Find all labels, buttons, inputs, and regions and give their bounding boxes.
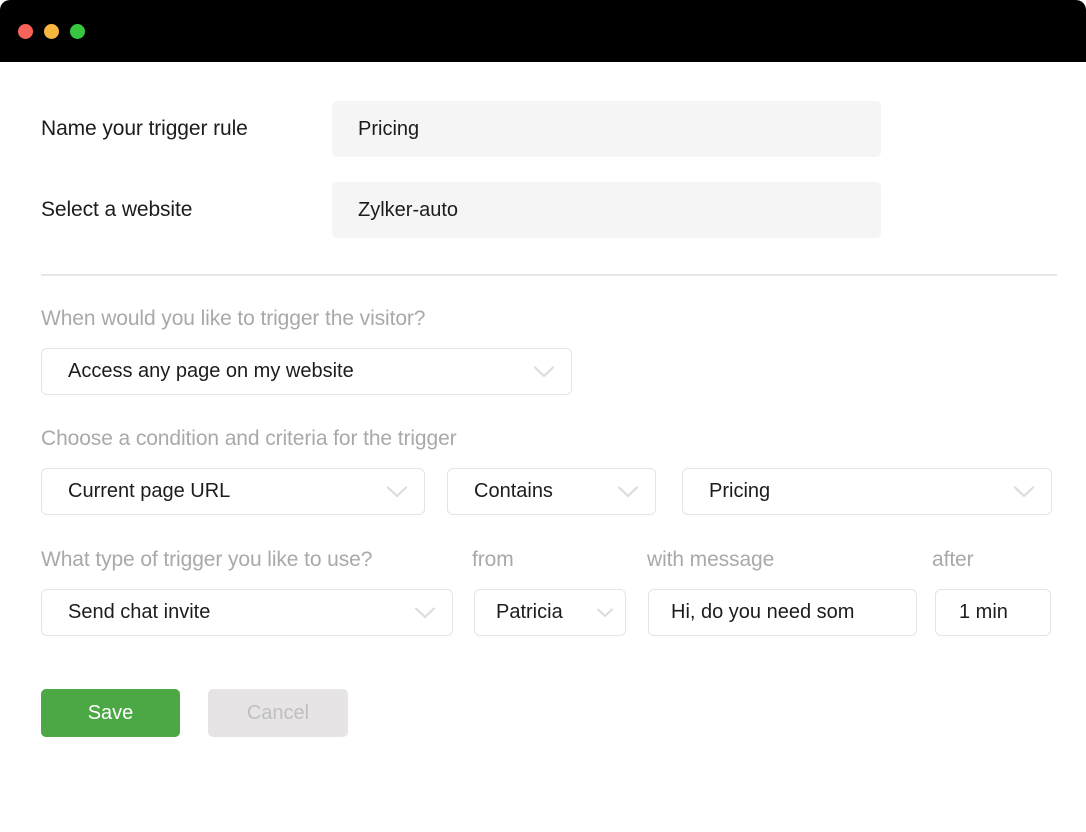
condition-operator-value: Contains [474,480,553,502]
action-type-select[interactable]: Send chat invite [41,589,453,636]
action-field-row: Send chat invite Patricia Hi, do you nee… [41,589,1086,636]
condition-hint: Choose a condition and criteria for the … [41,427,457,450]
action-after-value: 1 min [959,601,1008,623]
action-from-hint: from [472,548,514,571]
when-section: When would you like to trigger the visit… [41,307,1086,395]
action-from-value: Patricia [496,601,563,623]
condition-field-row: Current page URL Contains Pricing [41,468,1086,515]
when-field-row: Access any page on my website [41,348,1086,395]
website-row: Select a website Zylker-auto [41,182,1086,238]
maximize-window-button[interactable] [70,23,85,39]
minimize-window-button[interactable] [44,23,59,39]
chevron-down-icon [1013,485,1035,498]
section-divider [41,274,1057,276]
when-hint: When would you like to trigger the visit… [41,307,426,330]
action-type-hint: What type of trigger you like to use? [41,548,373,571]
chevron-down-icon [533,365,555,378]
action-message-hint: with message [647,548,775,571]
trigger-rule-form: Name your trigger rule Pricing Select a … [0,101,1086,832]
app-window: Name your trigger rule Pricing Select a … [0,0,1086,832]
condition-field-value: Current page URL [68,480,231,502]
action-section: What type of trigger you like to use? fr… [41,548,1086,636]
form-actions: Save Cancel [41,689,1086,737]
name-rule-row: Name your trigger rule Pricing [41,101,1086,157]
action-message-value: Hi, do you need som [671,601,855,623]
website-input[interactable]: Zylker-auto [332,182,881,238]
when-select[interactable]: Access any page on my website [41,348,572,395]
condition-field-select[interactable]: Current page URL [41,468,425,515]
action-hint-row: What type of trigger you like to use? fr… [41,548,1086,572]
condition-operator-select[interactable]: Contains [447,468,656,515]
action-type-value: Send chat invite [68,601,211,623]
chevron-down-icon [386,485,408,498]
action-from-select[interactable]: Patricia [474,589,626,636]
condition-criteria-value: Pricing [709,480,771,502]
close-window-button[interactable] [18,23,33,39]
website-label: Select a website [41,198,193,221]
chevron-down-icon [414,606,436,619]
action-after-hint: after [932,548,974,571]
name-rule-label: Name your trigger rule [41,117,248,140]
cancel-button[interactable]: Cancel [208,689,348,737]
condition-section: Choose a condition and criteria for the … [41,427,1086,515]
name-rule-input[interactable]: Pricing [332,101,881,157]
chevron-down-icon [617,485,639,498]
when-select-value: Access any page on my website [68,360,354,382]
condition-criteria-select[interactable]: Pricing [682,468,1052,515]
action-message-input[interactable]: Hi, do you need som [648,589,917,636]
action-after-input[interactable]: 1 min [935,589,1051,636]
window-titlebar [0,0,1086,62]
save-button[interactable]: Save [41,689,180,737]
chevron-down-icon [596,607,614,618]
